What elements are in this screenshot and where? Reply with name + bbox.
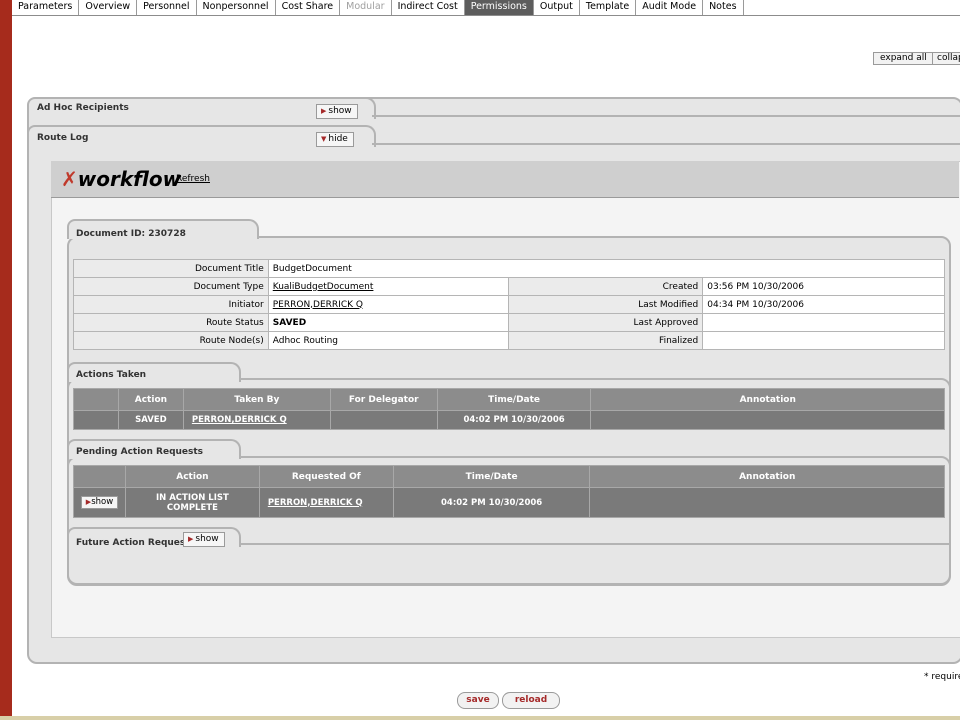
actions-taken-title: Actions Taken	[76, 370, 147, 380]
doc-title-label: Document Title	[73, 259, 269, 278]
adhoc-divider	[372, 115, 960, 117]
taken-by-link[interactable]: PERRON,DERRICK Q	[192, 415, 287, 425]
actions-header-time: Time/Date	[436, 388, 592, 411]
document-table: Document Title BudgetDocument Document T…	[73, 259, 946, 350]
route-node-value: Adhoc Routing	[267, 331, 509, 350]
actions-header-taken-by: Taken By	[182, 388, 331, 411]
tab-cost-share[interactable]: Cost Share	[276, 0, 341, 15]
initiator-link[interactable]: PERRON,DERRICK Q	[273, 300, 363, 310]
route-node-label: Route Node(s)	[73, 331, 269, 350]
bottom-border	[0, 716, 960, 720]
actions-blank-cell	[73, 410, 119, 430]
workflow-header: ✗workflow Refresh	[51, 161, 959, 198]
triangle-down-icon: ▼	[321, 135, 327, 143]
tab-permissions[interactable]: Permissions	[464, 0, 534, 15]
tab-personnel[interactable]: Personnel	[137, 0, 197, 15]
pending-blank-header	[73, 465, 126, 488]
actions-blank-header	[73, 388, 119, 411]
pending-annotation-value	[589, 487, 945, 518]
finalized-label: Finalized	[507, 331, 704, 350]
pending-header-action: Action	[124, 465, 260, 488]
pending-table: Action Requested Of Time/Date Annotation…	[73, 465, 945, 518]
tab-audit-mode[interactable]: Audit Mode	[636, 0, 704, 15]
future-show-button[interactable]: ▶ show	[183, 532, 225, 547]
pending-action-line1: IN ACTION LIST	[155, 492, 229, 503]
actions-taken-table: Action Taken By For Delegator Time/Date …	[73, 388, 945, 430]
tab-template[interactable]: Template	[580, 0, 637, 15]
tab-modular: Modular	[340, 0, 392, 15]
document-id: Document ID: 230728	[76, 229, 186, 239]
pending-header-time: Time/Date	[392, 465, 591, 488]
initiator-label: Initiator	[73, 295, 269, 314]
taken-by-cell: PERRON,DERRICK Q	[182, 410, 331, 430]
expand-all-button[interactable]: expand all	[873, 52, 934, 65]
tab-overview[interactable]: Overview	[79, 0, 138, 15]
routelog-hide-button[interactable]: ▼ hide	[316, 132, 354, 147]
last-approved-label: Last Approved	[507, 313, 704, 332]
created-value: 03:56 PM 10/30/2006	[702, 277, 945, 296]
tab-bar: Parameters Overview Personnel Nonpersonn…	[12, 0, 960, 16]
action-time-value: 04:02 PM 10/30/2006	[436, 410, 592, 430]
last-modified-value: 04:34 PM 10/30/2006	[702, 295, 945, 314]
doc-type-label: Document Type	[73, 277, 269, 296]
pending-time-value: 04:02 PM 10/30/2006	[392, 487, 591, 518]
doc-type-link[interactable]: KualiBudgetDocument	[273, 282, 374, 292]
triangle-right-icon: ▶	[321, 107, 327, 115]
action-annotation-value	[590, 410, 945, 430]
pending-title: Pending Action Requests	[76, 447, 204, 457]
save-button[interactable]: save	[457, 692, 499, 709]
pending-toggle-cell: ▶show	[73, 487, 126, 518]
created-label: Created	[507, 277, 704, 296]
pending-action-line2: COMPLETE	[166, 502, 218, 513]
tab-parameters[interactable]: Parameters	[12, 0, 80, 15]
triangle-right-icon: ▶	[188, 535, 194, 543]
delegator-value	[329, 410, 438, 430]
route-status-value: SAVED	[267, 313, 509, 332]
workflow-logo: ✗workflow	[61, 167, 182, 191]
actions-header-delegator: For Delegator	[329, 388, 438, 411]
pending-show-button[interactable]: ▶show	[80, 496, 119, 509]
requested-of-cell: PERRON,DERRICK Q	[258, 487, 394, 518]
adhoc-show-button[interactable]: ▶ show	[316, 104, 358, 119]
routelog-divider	[372, 143, 960, 145]
pending-action-cell: IN ACTION LIST COMPLETE	[124, 487, 260, 518]
routelog-title: Route Log	[37, 133, 89, 143]
actions-header-action: Action	[117, 388, 184, 411]
initiator-cell: PERRON,DERRICK Q	[267, 295, 509, 314]
doc-type-cell: KualiBudgetDocument	[267, 277, 509, 296]
collapse-all-button[interactable]: collap	[932, 52, 960, 65]
requested-of-link[interactable]: PERRON,DERRICK Q	[268, 498, 363, 508]
finalized-value	[702, 331, 945, 350]
tab-output[interactable]: Output	[534, 0, 580, 15]
action-value: SAVED	[117, 410, 184, 430]
tab-nonpersonnel[interactable]: Nonpersonnel	[197, 0, 276, 15]
last-modified-label: Last Modified	[507, 295, 704, 314]
reload-button[interactable]: reload	[502, 692, 560, 709]
tab-indirect-cost[interactable]: Indirect Cost	[392, 0, 465, 15]
required-note: * require	[924, 672, 960, 682]
pending-header-annotation: Annotation	[589, 465, 945, 488]
actions-header-annotation: Annotation	[590, 388, 945, 411]
refresh-link[interactable]: Refresh	[176, 174, 210, 184]
future-title: Future Action Requests	[76, 538, 195, 548]
tab-notes[interactable]: Notes	[703, 0, 744, 15]
adhoc-title: Ad Hoc Recipients	[37, 103, 129, 113]
route-status-label: Route Status	[73, 313, 269, 332]
doc-title-value: BudgetDocument	[267, 259, 946, 278]
workflow-x-icon: ✗	[61, 167, 78, 191]
pending-header-requested-of: Requested Of	[258, 465, 394, 488]
future-panel	[67, 543, 951, 585]
last-approved-value	[702, 313, 945, 332]
left-border	[0, 0, 12, 720]
